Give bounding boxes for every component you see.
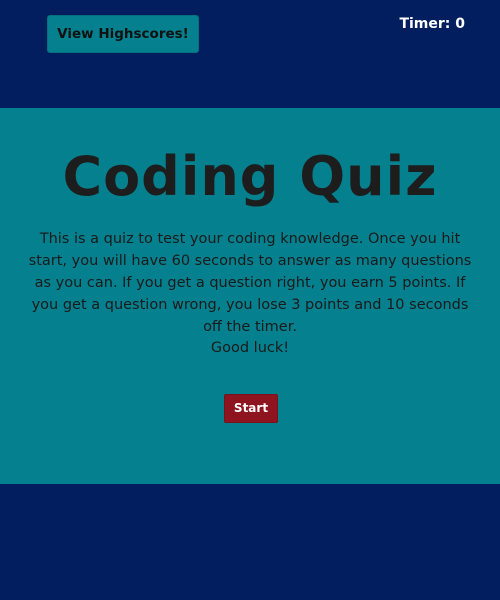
header-bar: View Highscores! Timer: 0 [0, 0, 500, 108]
page-title: Coding Quiz [62, 145, 438, 208]
footer-area [0, 484, 500, 600]
good-luck-text: Good luck! [210, 340, 290, 356]
timer-display: Timer: 0 [399, 16, 465, 32]
view-highscores-button[interactable]: View Highscores! [47, 15, 199, 53]
quiz-description: This is a quiz to test your coding knowl… [28, 231, 472, 335]
start-button[interactable]: Start [224, 394, 278, 423]
quiz-intro-panel: Coding Quiz This is a quiz to test your … [0, 108, 500, 484]
quiz-page: View Highscores! Timer: 0 Coding Quiz Th… [0, 0, 500, 600]
